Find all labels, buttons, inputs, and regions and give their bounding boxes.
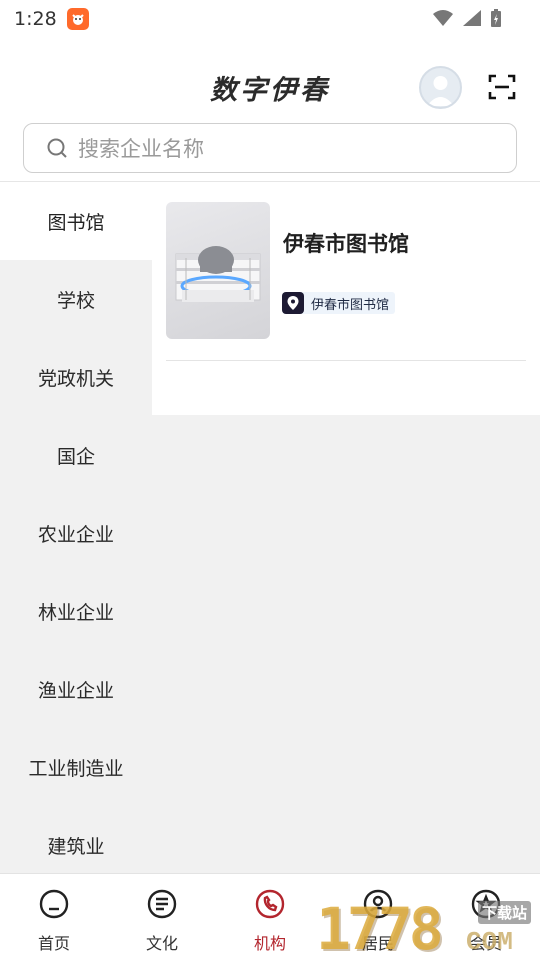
category-fishery[interactable]: 渔业企业 bbox=[0, 650, 152, 728]
category-school[interactable]: 学校 bbox=[0, 260, 152, 338]
category-forestry[interactable]: 林业企业 bbox=[0, 572, 152, 650]
result-list: 伊春市图书馆 伊春市图书馆 bbox=[152, 182, 540, 415]
nav-culture[interactable]: 文化 bbox=[108, 874, 216, 960]
location-pin-icon bbox=[282, 292, 304, 314]
nav-member[interactable]: 会员 bbox=[432, 874, 540, 960]
category-construction[interactable]: 建筑业 bbox=[0, 806, 152, 873]
nav-label: 居民 bbox=[361, 934, 394, 953]
signal-icon bbox=[463, 10, 481, 26]
scan-icon bbox=[488, 74, 516, 100]
nav-label: 文化 bbox=[145, 934, 178, 953]
bottom-nav: 首页 文化 机构 居民 会员 bbox=[0, 873, 540, 960]
category-sidebar: 图书馆 学校 党政机关 国企 农业企业 林业企业 渔业企业 工业制造业 建筑业 bbox=[0, 182, 152, 873]
status-time: 1:28 bbox=[14, 8, 57, 30]
category-label: 工业制造业 bbox=[28, 757, 124, 780]
nav-label: 机构 bbox=[253, 934, 286, 953]
library-thumbnail bbox=[166, 202, 270, 339]
status-icons bbox=[432, 8, 502, 28]
culture-icon bbox=[147, 889, 177, 919]
category-label: 党政机关 bbox=[37, 367, 114, 390]
user-avatar[interactable] bbox=[419, 66, 462, 109]
institution-tag-label: 伊春市图书馆 bbox=[311, 297, 390, 313]
nav-label: 首页 bbox=[37, 934, 70, 953]
institution-title: 伊春市图书馆 bbox=[283, 232, 409, 256]
category-label: 林业企业 bbox=[37, 601, 114, 624]
institution-card[interactable]: 伊春市图书馆 伊春市图书馆 bbox=[166, 202, 526, 340]
institution-tag: 伊春市图书馆 bbox=[282, 292, 396, 314]
home-icon bbox=[39, 889, 69, 919]
search-input[interactable]: 搜索企业名称 bbox=[23, 123, 517, 173]
notification-app-icon bbox=[66, 8, 89, 30]
category-party-government[interactable]: 党政机关 bbox=[0, 338, 152, 416]
category-label: 图书馆 bbox=[47, 211, 105, 234]
nav-label: 会员 bbox=[469, 934, 502, 953]
category-agriculture[interactable]: 农业企业 bbox=[0, 494, 152, 572]
search-icon bbox=[47, 138, 67, 158]
category-label: 建筑业 bbox=[47, 835, 105, 858]
category-label: 农业企业 bbox=[37, 523, 114, 546]
nav-resident[interactable]: 居民 bbox=[324, 874, 432, 960]
nav-home[interactable]: 首页 bbox=[0, 874, 108, 960]
scan-button[interactable] bbox=[488, 73, 516, 101]
member-icon bbox=[471, 889, 501, 919]
institution-icon bbox=[255, 889, 285, 919]
category-library[interactable]: 图书馆 bbox=[0, 182, 152, 260]
status-bar: 1:28 bbox=[0, 0, 540, 38]
nav-institution[interactable]: 机构 bbox=[216, 874, 324, 960]
card-divider bbox=[166, 360, 526, 361]
wifi-icon bbox=[433, 10, 453, 26]
search-placeholder: 搜索企业名称 bbox=[78, 137, 204, 161]
app-header: 数字伊春 bbox=[0, 38, 540, 122]
battery-icon bbox=[491, 9, 501, 27]
resident-icon bbox=[363, 889, 393, 919]
category-label: 学校 bbox=[56, 289, 95, 312]
category-state-enterprise[interactable]: 国企 bbox=[0, 416, 152, 494]
category-label: 渔业企业 bbox=[37, 679, 114, 702]
category-manufacturing[interactable]: 工业制造业 bbox=[0, 728, 152, 806]
result-panel: 伊春市图书馆 伊春市图书馆 bbox=[152, 182, 540, 873]
category-label: 国企 bbox=[56, 445, 95, 468]
